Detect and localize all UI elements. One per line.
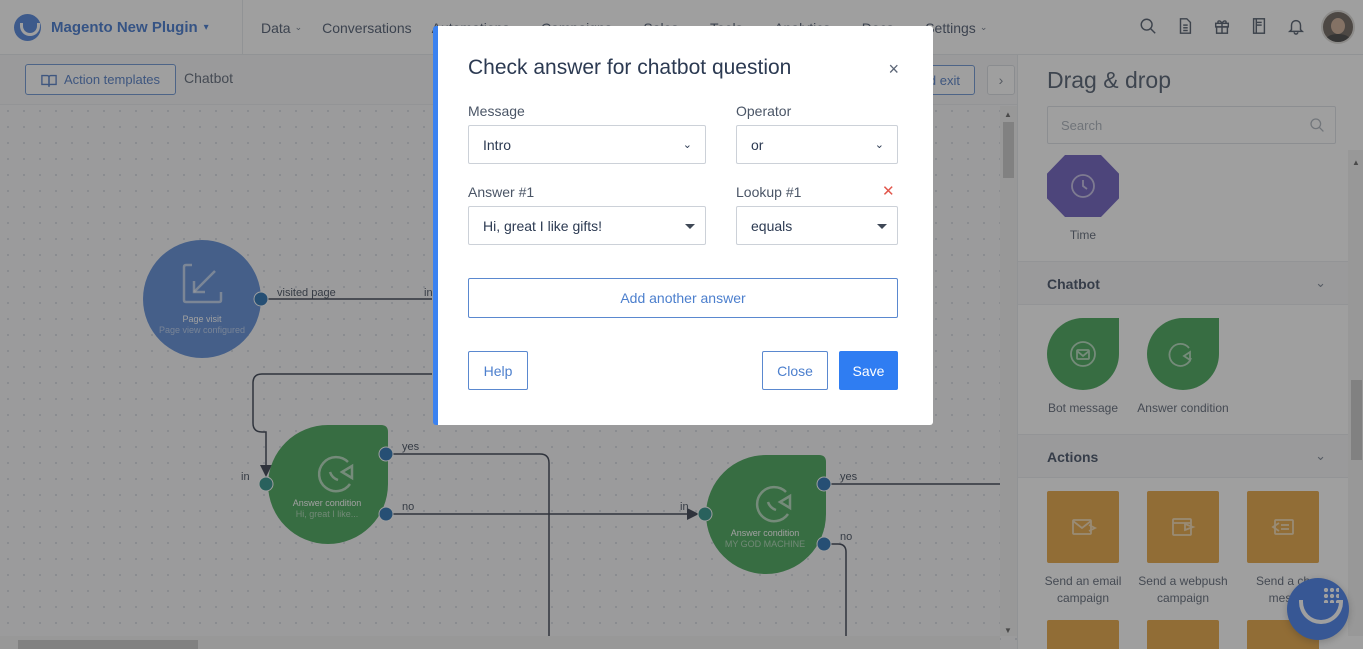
answer-value: Hi, great I like gifts! — [483, 217, 603, 234]
help-button[interactable]: Help — [468, 351, 528, 390]
answer-label: Answer #1 — [468, 184, 535, 200]
operator-label: Operator — [736, 103, 792, 119]
chevron-down-icon: ⌄ — [682, 139, 692, 151]
remove-answer-icon[interactable]: ✕ — [882, 182, 895, 200]
check-answer-dialog: Check answer for chatbot question × Mess… — [433, 26, 933, 425]
close-icon[interactable]: × — [888, 60, 899, 78]
close-button[interactable]: Close — [762, 351, 828, 390]
lookup-value: equals — [751, 217, 793, 234]
caret-down-icon — [877, 224, 887, 229]
operator-value: or — [751, 136, 764, 153]
lookup-label: Lookup #1 — [736, 184, 802, 200]
operator-select[interactable]: or ⌄ — [736, 125, 898, 164]
lookup-select[interactable]: equals — [736, 206, 898, 245]
dialog-title: Check answer for chatbot question — [468, 56, 792, 79]
caret-down-icon — [685, 224, 695, 229]
answer-select[interactable]: Hi, great I like gifts! — [468, 206, 706, 245]
message-select[interactable]: Intro ⌄ — [468, 125, 706, 164]
message-value: Intro — [483, 136, 512, 153]
message-label: Message — [468, 103, 525, 119]
chevron-down-icon: ⌄ — [874, 139, 884, 151]
save-button[interactable]: Save — [839, 351, 898, 390]
add-another-answer-button[interactable]: Add another answer — [468, 278, 898, 318]
